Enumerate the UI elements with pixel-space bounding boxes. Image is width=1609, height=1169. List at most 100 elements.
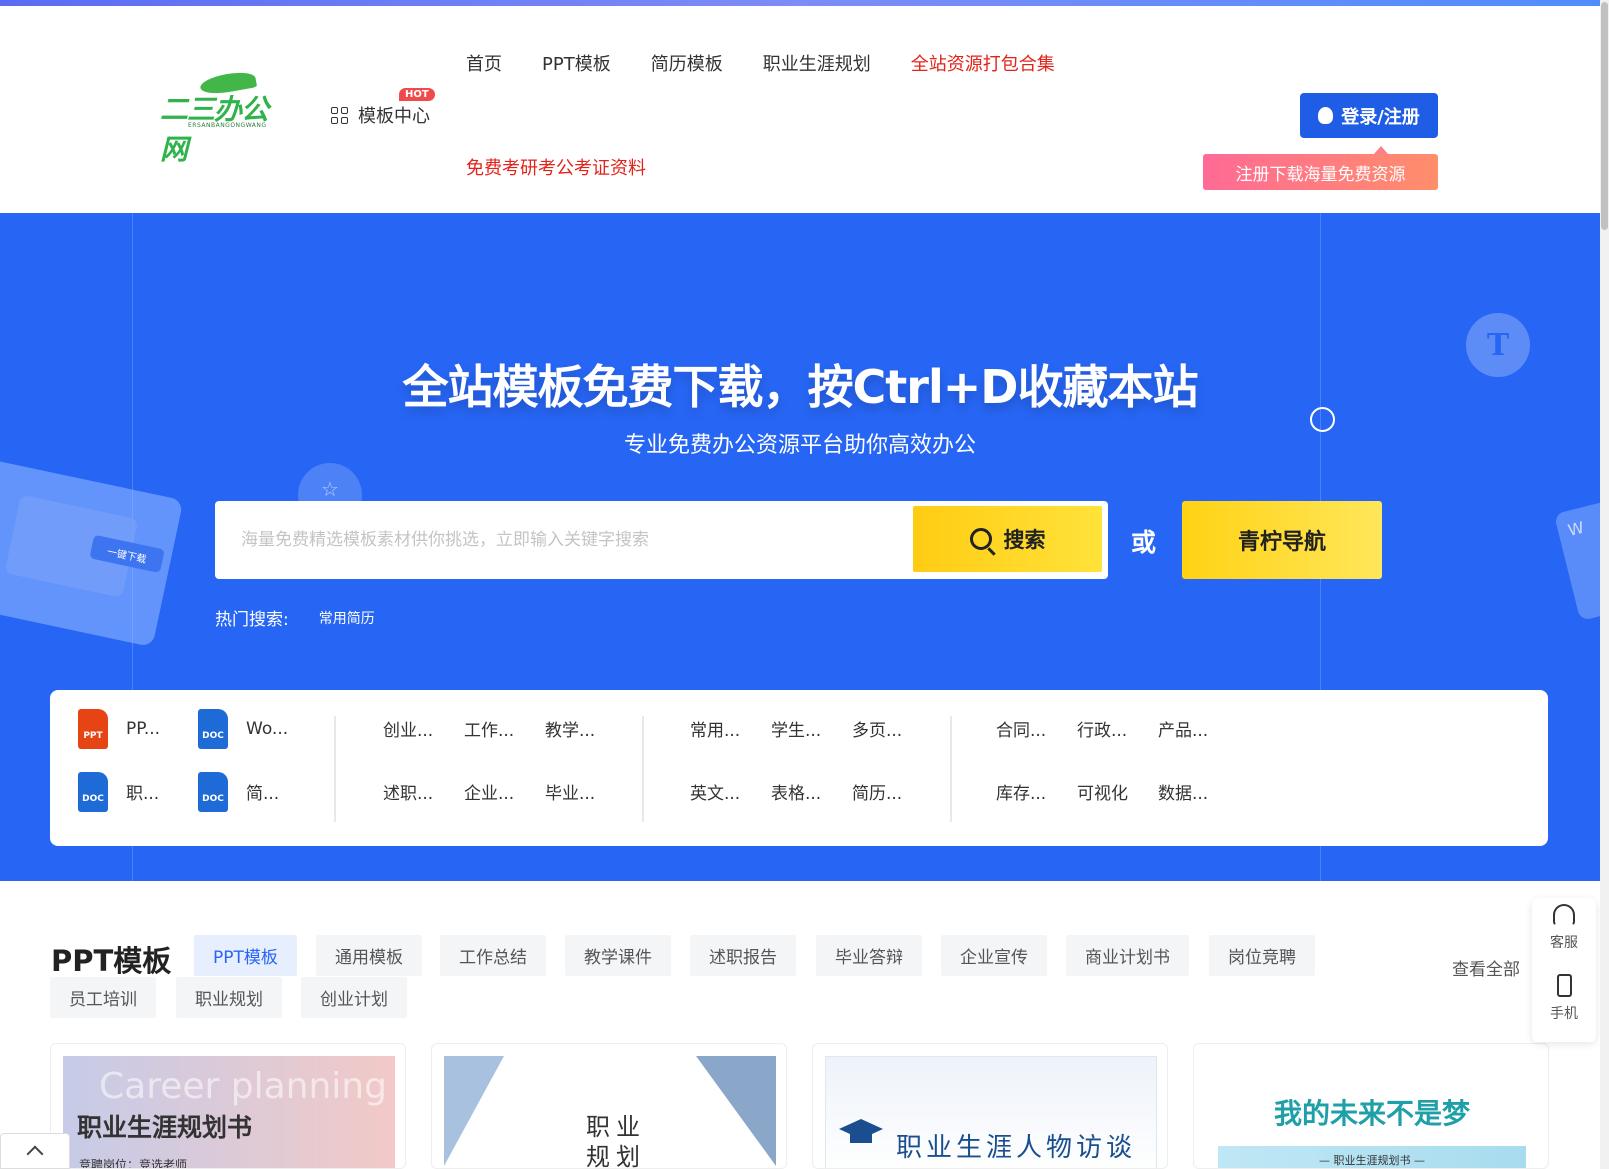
category-link[interactable]: 企业... — [464, 769, 545, 814]
site-header: 二三办公网 ERSANBANGONGWANG 模板中心 HOT 首页 PPT模板… — [0, 6, 1600, 213]
category-link[interactable]: 数据... — [1158, 769, 1239, 814]
scrollbar-thumb[interactable] — [1601, 2, 1608, 230]
tab-job-competition[interactable]: 岗位竞聘 — [1209, 935, 1315, 976]
tab-general-templates[interactable]: 通用模板 — [316, 935, 422, 976]
nav-resource-bundle[interactable]: 全站资源打包合集 — [911, 50, 1055, 76]
section-title: PPT模板 — [51, 944, 172, 978]
nav-career-planning[interactable]: 职业生涯规划 — [763, 50, 871, 76]
category-link[interactable]: 可视化 — [1077, 769, 1158, 814]
search-box: 搜索 — [215, 501, 1108, 579]
grid-icon — [331, 106, 348, 124]
site-logo[interactable]: 二三办公网 ERSANBANGONGWANG — [160, 69, 284, 166]
register-promo-banner[interactable]: 注册下载海量免费资源 — [1203, 154, 1438, 190]
mobile-button[interactable]: 手机 — [1532, 974, 1596, 1023]
category-link[interactable]: 学生... — [771, 706, 852, 751]
search-button-label: 搜索 — [1003, 528, 1046, 552]
qingning-nav-button[interactable]: 青柠导航 — [1182, 501, 1382, 579]
doc-file-icon: DOC — [78, 771, 108, 812]
template-center-label: 模板中心 — [358, 106, 430, 127]
template-center-link[interactable]: 模板中心 — [331, 102, 430, 128]
hot-search-keyword[interactable]: 常用简历 — [319, 608, 375, 628]
doc-file-icon: DOC — [198, 771, 228, 812]
template-card[interactable]: Career planning 职业生涯规划书 竞聘岗位：竞选老师 — [50, 1043, 406, 1169]
phone-icon — [1556, 974, 1572, 997]
category-link[interactable]: 表格... — [771, 769, 852, 814]
tab-report[interactable]: 述职报告 — [690, 935, 796, 976]
category-link[interactable]: 行政... — [1077, 706, 1158, 751]
category-link[interactable]: 合同... — [996, 706, 1077, 751]
category-word[interactable]: DOC Wo... — [198, 706, 318, 751]
tab-defense[interactable]: 毕业答辩 — [816, 935, 922, 976]
category-link[interactable]: 述职... — [383, 769, 464, 814]
category-label: PP... — [126, 718, 161, 739]
hot-search-label: 热门搜索: — [215, 610, 289, 630]
thumbnail-title: 职业生涯规划书 — [77, 1113, 253, 1142]
chevron-up-icon — [26, 1145, 44, 1163]
category-link[interactable]: 工作... — [464, 706, 545, 751]
nav-exam-materials[interactable]: 免费考研考公考证资料 — [466, 154, 646, 180]
category-link[interactable]: 毕业... — [545, 769, 626, 814]
register-banner-arrow — [1374, 146, 1388, 154]
category-link[interactable]: 多页... — [852, 706, 933, 751]
tab-startup-plan[interactable]: 创业计划 — [301, 977, 407, 1018]
thumbnail-shape — [696, 1056, 776, 1166]
thumbnail-title: 我的未来不是梦 — [1273, 1097, 1470, 1130]
deco-image-card: 一键下载 — [0, 458, 184, 648]
tab-career-plan[interactable]: 职业规划 — [176, 977, 282, 1018]
template-card[interactable]: 我的未来不是梦 — 职业生涯规划书 — — [1193, 1043, 1549, 1169]
nav-home[interactable]: 首页 — [466, 50, 502, 76]
tab-work-summary[interactable]: 工作总结 — [440, 935, 546, 976]
hero-subtitle: 专业免费办公资源平台助你高效办公 — [623, 433, 976, 458]
tab-promotion[interactable]: 企业宣传 — [941, 935, 1047, 976]
view-all-link[interactable]: 查看全部 — [1452, 955, 1520, 980]
tab-ppt-templates[interactable]: PPT模板 — [194, 935, 297, 976]
thumbnail-title: 职业 规划 — [586, 1113, 646, 1169]
scroll-top-button[interactable] — [0, 1133, 70, 1169]
thumbnail-shape — [444, 1056, 504, 1166]
search-input[interactable] — [215, 501, 905, 579]
category-divider — [334, 716, 336, 822]
category-group-1: 创业... 工作... 教学... 述职... 企业... 毕业... — [383, 706, 626, 814]
category-divider — [950, 716, 952, 822]
category-link[interactable]: 常用... — [690, 706, 771, 751]
or-separator: 或 — [1131, 528, 1157, 557]
hot-search: 热门搜索: 常用简历 — [215, 605, 375, 630]
main-nav: 首页 PPT模板 简历模板 职业生涯规划 全站资源打包合集 — [466, 50, 1095, 76]
user-icon — [1318, 107, 1334, 124]
category-label: 职... — [126, 784, 160, 804]
ppt-file-icon: PPT — [78, 708, 108, 749]
category-link[interactable]: 创业... — [383, 706, 464, 751]
category-link[interactable]: 简历... — [852, 769, 933, 814]
hero-banner: 一键下载 ☆ T W 全站模板免费下载，按Ctrl+D收藏本站 专业免费办公资源… — [0, 213, 1600, 881]
template-cards: Career planning 职业生涯规划书 竞聘岗位：竞选老师 职业 规划 … — [50, 1043, 1550, 1169]
tab-business-plan[interactable]: 商业计划书 — [1066, 935, 1189, 976]
template-card[interactable]: 职业生涯人物访谈 — [812, 1043, 1168, 1169]
category-link[interactable]: 产品... — [1158, 706, 1239, 751]
logo-subtext: ERSANBANGONGWANG — [188, 122, 267, 129]
category-panel: PPT PP... DOC Wo... DOC 职... DOC 简... 创业… — [50, 690, 1548, 846]
category-link[interactable]: 教学... — [545, 706, 626, 751]
category-ppt[interactable]: PPT PP... — [78, 706, 198, 751]
customer-service-button[interactable]: 客服 — [1532, 904, 1596, 952]
template-thumbnail: 职业 规划 — [444, 1056, 776, 1169]
category-resume[interactable]: DOC 简... — [198, 769, 318, 814]
thumbnail-subtitle: 竞聘岗位：竞选老师 — [79, 1158, 188, 1169]
customer-service-label: 客服 — [1550, 935, 1578, 951]
mobile-label: 手机 — [1550, 1006, 1578, 1022]
search-button[interactable]: 搜索 — [913, 506, 1102, 572]
category-file-group: PPT PP... DOC Wo... DOC 职... DOC 简... — [78, 706, 318, 814]
hero-title: 全站模板免费下载，按Ctrl+D收藏本站 — [402, 360, 1199, 414]
headset-icon — [1553, 904, 1575, 926]
tab-staff-training[interactable]: 员工培训 — [50, 977, 156, 1018]
login-register-button[interactable]: 登录/注册 — [1300, 93, 1438, 138]
category-career[interactable]: DOC 职... — [78, 769, 198, 814]
category-link[interactable]: 英文... — [690, 769, 771, 814]
category-group-3: 合同... 行政... 产品... 库存... 可视化 数据... — [996, 706, 1239, 814]
category-label: Wo... — [246, 718, 289, 739]
search-icon — [969, 528, 992, 550]
template-card[interactable]: 职业 规划 — [431, 1043, 787, 1169]
nav-ppt-templates[interactable]: PPT模板 — [542, 50, 611, 76]
category-link[interactable]: 库存... — [996, 769, 1077, 814]
tab-courseware[interactable]: 教学课件 — [565, 935, 671, 976]
nav-resume-templates[interactable]: 简历模板 — [651, 50, 723, 76]
